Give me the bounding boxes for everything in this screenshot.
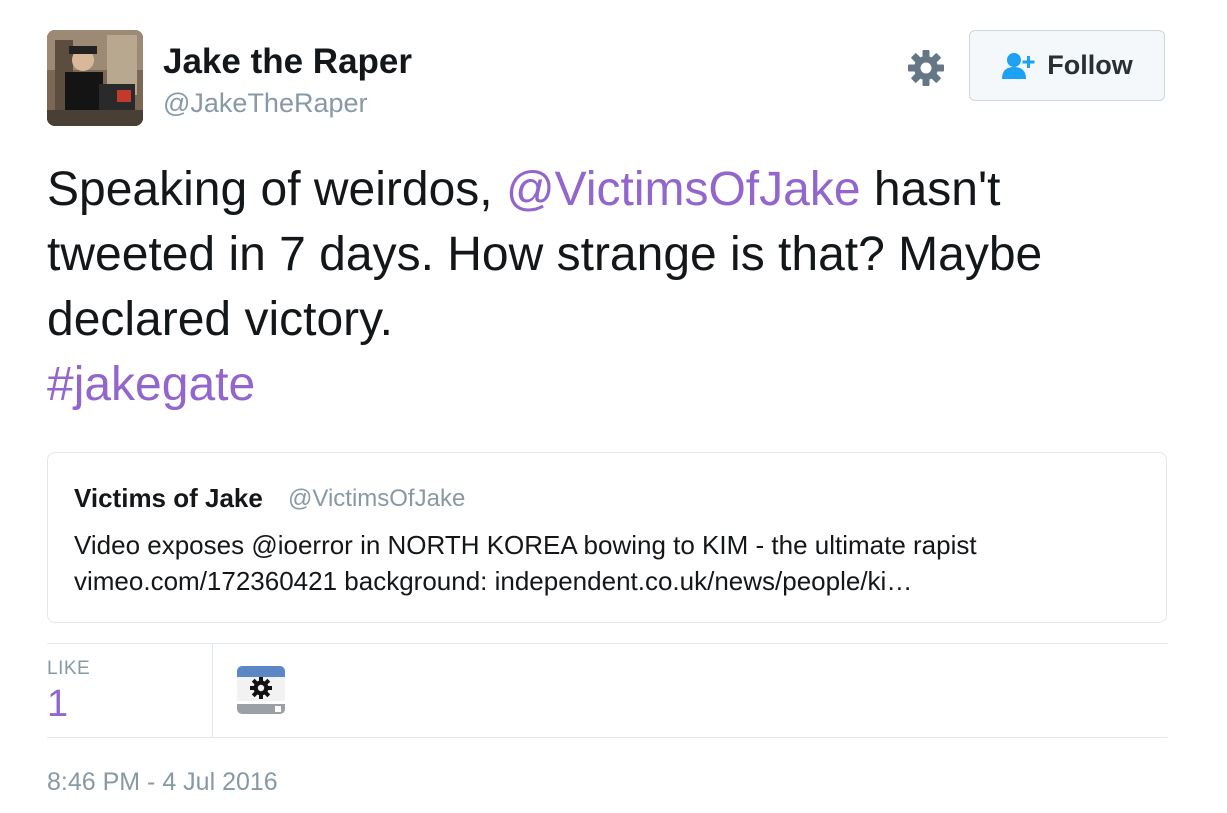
tweet-text: Speaking of weirdos, @VictimsOfJake hasn… — [47, 157, 1177, 417]
stats-divider — [212, 644, 213, 737]
liker-avatar[interactable] — [237, 666, 285, 714]
follow-person-plus-icon — [1002, 52, 1035, 79]
tweet-line: Speaking of weirdos, @VictimsOfJake hasn… — [47, 157, 1177, 222]
quoted-tweet[interactable]: Victims of Jake @VictimsOfJake Video exp… — [47, 452, 1167, 623]
tweet-text-fragment: hasn't — [860, 163, 1001, 216]
divider — [47, 737, 1167, 738]
gear-icon[interactable] — [905, 47, 947, 89]
follow-button[interactable]: Follow — [969, 30, 1165, 101]
avatar[interactable] — [47, 30, 143, 126]
mention-link[interactable]: @VictimsOfJake — [506, 163, 861, 216]
quoted-display-name: Victims of Jake — [74, 483, 263, 513]
quoted-line: vimeo.com/172360421 background: independ… — [74, 566, 913, 596]
quoted-tweet-text: Video exposes @ioerror in NORTH KOREA bo… — [74, 527, 977, 599]
tweet-text-fragment: Speaking of weirdos, — [47, 163, 506, 216]
quoted-user-handle: @VictimsOfJake — [288, 485, 466, 512]
hashtag-link[interactable]: #jakegate — [47, 352, 1177, 417]
display-name[interactable]: Jake the Raper — [163, 42, 412, 82]
divider — [47, 643, 1167, 644]
avatar-image — [47, 30, 143, 126]
like-label: LIKE — [47, 658, 91, 679]
tweet-line: tweeted in 7 days. How strange is that? … — [47, 228, 1043, 281]
liker-avatar-image — [237, 666, 285, 714]
follow-label: Follow — [1047, 50, 1133, 80]
like-count[interactable]: 1 — [47, 683, 68, 726]
user-handle[interactable]: @JakeTheRaper — [163, 88, 368, 119]
timestamp[interactable]: 8:46 PM - 4 Jul 2016 — [47, 768, 278, 797]
quoted-line: Video exposes @ioerror in NORTH KOREA bo… — [74, 530, 977, 560]
tweet-line: declared victory. — [47, 293, 393, 346]
